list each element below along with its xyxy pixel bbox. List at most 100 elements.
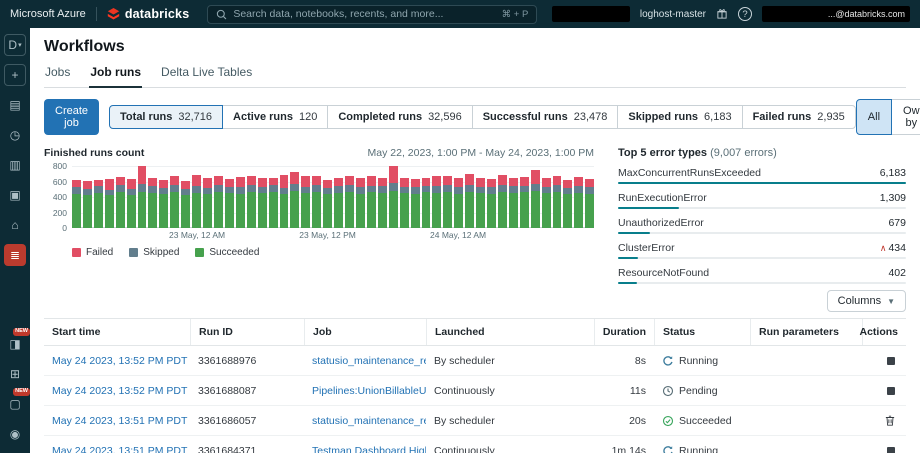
failed-segment — [280, 175, 289, 187]
stat-total-runs[interactable]: Total runs32,716 — [109, 105, 223, 129]
error-type-row[interactable]: MaxConcurrentRunsExceeded6,183 — [618, 167, 906, 184]
stop-run-button[interactable] — [884, 384, 898, 398]
run-start-time-link[interactable]: May 24 2023, 13:52 PM PDT — [44, 346, 190, 375]
job-link[interactable]: statusio_maintenance_rem... — [304, 406, 426, 435]
skipped-segment — [432, 186, 441, 193]
global-search[interactable]: ⌘ + P — [207, 5, 537, 24]
succeeded-segment — [312, 192, 321, 228]
databricks-logo-icon — [107, 8, 120, 21]
tabs-bar: Jobs Job runs Delta Live Tables — [44, 65, 906, 88]
tab-jobs[interactable]: Jobs — [44, 65, 71, 87]
chart-bar — [269, 166, 278, 228]
new-button[interactable]: + — [4, 64, 26, 86]
error-bar-track — [618, 282, 906, 284]
skipped-segment — [138, 184, 147, 192]
marketplace-icon[interactable]: ◨NEW — [4, 333, 26, 355]
job-link[interactable]: Pipelines:UnionBillableUsa... — [304, 376, 426, 405]
account-menu[interactable]: ...@databricks.com — [762, 6, 910, 22]
chart-bar — [247, 166, 256, 228]
run-start-time-link[interactable]: May 24 2023, 13:51 PM PDT — [44, 406, 190, 435]
filter-owned-by-me-button[interactable]: Owned by me — [891, 99, 920, 135]
stat-successful-runs[interactable]: Successful runs23,478 — [472, 105, 619, 129]
skipped-segment — [487, 187, 496, 194]
main-content: Workflows JobsJob runsDelta Live Tables … — [30, 28, 920, 453]
y-axis-tick: 400 — [44, 192, 67, 202]
failed-segment — [181, 181, 190, 190]
tab-delta-live-tables[interactable]: Delta Live Tables — [160, 65, 253, 87]
home-icon-glyph: ⌂ — [11, 218, 18, 232]
tab-job-runs[interactable]: Job runs — [89, 65, 142, 88]
compute-icon[interactable]: ▣ — [4, 184, 26, 206]
job-link[interactable]: Testman Dashboard High F... — [304, 436, 426, 453]
succeeded-segment — [400, 193, 409, 228]
error-bar — [618, 257, 638, 259]
sql-icon[interactable]: ▢NEW — [4, 393, 26, 415]
skipped-segment — [170, 185, 179, 192]
filter-all-button[interactable]: All — [856, 99, 892, 135]
databricks-brand[interactable]: databricks — [107, 7, 190, 21]
delete-run-button[interactable] — [882, 412, 898, 429]
job-runs-table: Start timeRun IDJobLaunchedDurationStatu… — [44, 318, 906, 453]
stat-active-runs[interactable]: Active runs120 — [222, 105, 328, 129]
failed-segment — [138, 166, 147, 184]
recents-icon[interactable]: ◷ — [4, 124, 26, 146]
chart-bar — [290, 166, 299, 228]
stop-run-button[interactable] — [884, 354, 898, 368]
home-icon[interactable]: ⌂ — [4, 214, 26, 236]
failed-segment — [487, 179, 496, 187]
catalog-icon[interactable]: ▥ — [4, 154, 26, 176]
succeeded-segment — [356, 194, 365, 228]
run-start-time-link[interactable]: May 24 2023, 13:51 PM PDT — [44, 436, 190, 453]
skipped-segment — [192, 186, 201, 193]
stat-failed-runs[interactable]: Failed runs2,935 — [742, 105, 856, 129]
stat-completed-runs[interactable]: Completed runs32,596 — [327, 105, 472, 129]
column-header-run-parameters[interactable]: Run parameters — [750, 319, 862, 345]
failed-segment — [236, 177, 245, 187]
chart-date-range[interactable]: May 22, 2023, 1:00 PM - May 24, 2023, 1:… — [368, 147, 594, 159]
trend-up-icon: ∧ — [880, 243, 887, 253]
status-label: Succeeded — [679, 415, 732, 427]
column-header-launched[interactable]: Launched — [426, 319, 594, 345]
run-stat-tiles: Total runs32,716Active runs120Completed … — [109, 105, 856, 129]
error-type-row[interactable]: ClusterError∧434 — [618, 242, 906, 259]
column-header-status[interactable]: Status — [654, 319, 750, 345]
whats-new-icon[interactable] — [716, 8, 728, 20]
stat-skipped-runs[interactable]: Skipped runs6,183 — [617, 105, 742, 129]
run-start-time-link[interactable]: May 24 2023, 13:52 PM PDT — [44, 376, 190, 405]
succeeded-segment — [498, 192, 507, 228]
failed-segment — [301, 176, 310, 187]
workspace-icon[interactable]: ▤ — [4, 94, 26, 116]
actions-cell — [862, 376, 906, 405]
skipped-segment — [356, 187, 365, 194]
column-header-run-id[interactable]: Run ID — [190, 319, 304, 345]
stop-run-button[interactable] — [884, 444, 898, 453]
table-row: May 24 2023, 13:52 PM PDT3361688976statu… — [44, 346, 906, 376]
sql-icon-glyph: ▢ — [9, 397, 20, 411]
workspace-switcher[interactable]: D▾ — [4, 34, 26, 56]
column-header-start-time[interactable]: Start time — [44, 319, 190, 345]
create-job-button[interactable]: Create job — [44, 99, 99, 135]
stat-label: Failed runs — [753, 111, 812, 123]
chart-bar — [225, 166, 234, 228]
apps-icon[interactable]: ⊞ — [4, 363, 26, 385]
help-icon[interactable]: ? — [738, 7, 752, 21]
search-input[interactable] — [233, 8, 495, 20]
error-type-row[interactable]: RunExecutionError1,309 — [618, 192, 906, 209]
failed-segment — [323, 180, 332, 189]
succeeded-segment — [585, 194, 594, 228]
running-icon — [662, 445, 674, 453]
column-header-actions[interactable]: Actions — [862, 319, 906, 345]
cluster-name: loghost-master — [640, 9, 706, 20]
failed-segment — [203, 178, 212, 187]
succeeded-segment — [290, 191, 299, 228]
column-header-duration[interactable]: Duration — [594, 319, 654, 345]
column-header-job[interactable]: Job — [304, 319, 426, 345]
job-link[interactable]: statusio_maintenance_rem... — [304, 346, 426, 375]
workflows-icon[interactable]: ≣ — [4, 244, 26, 266]
error-type-row[interactable]: UnauthorizedError679 — [618, 217, 906, 234]
chart-header: Finished runs count May 22, 2023, 1:00 P… — [44, 147, 594, 159]
error-type-row[interactable]: ResourceNotFound402 — [618, 267, 906, 284]
skipped-segment — [247, 185, 256, 192]
columns-button[interactable]: Columns ▼ — [827, 290, 906, 312]
profile-icon[interactable]: ◉ — [4, 423, 26, 445]
